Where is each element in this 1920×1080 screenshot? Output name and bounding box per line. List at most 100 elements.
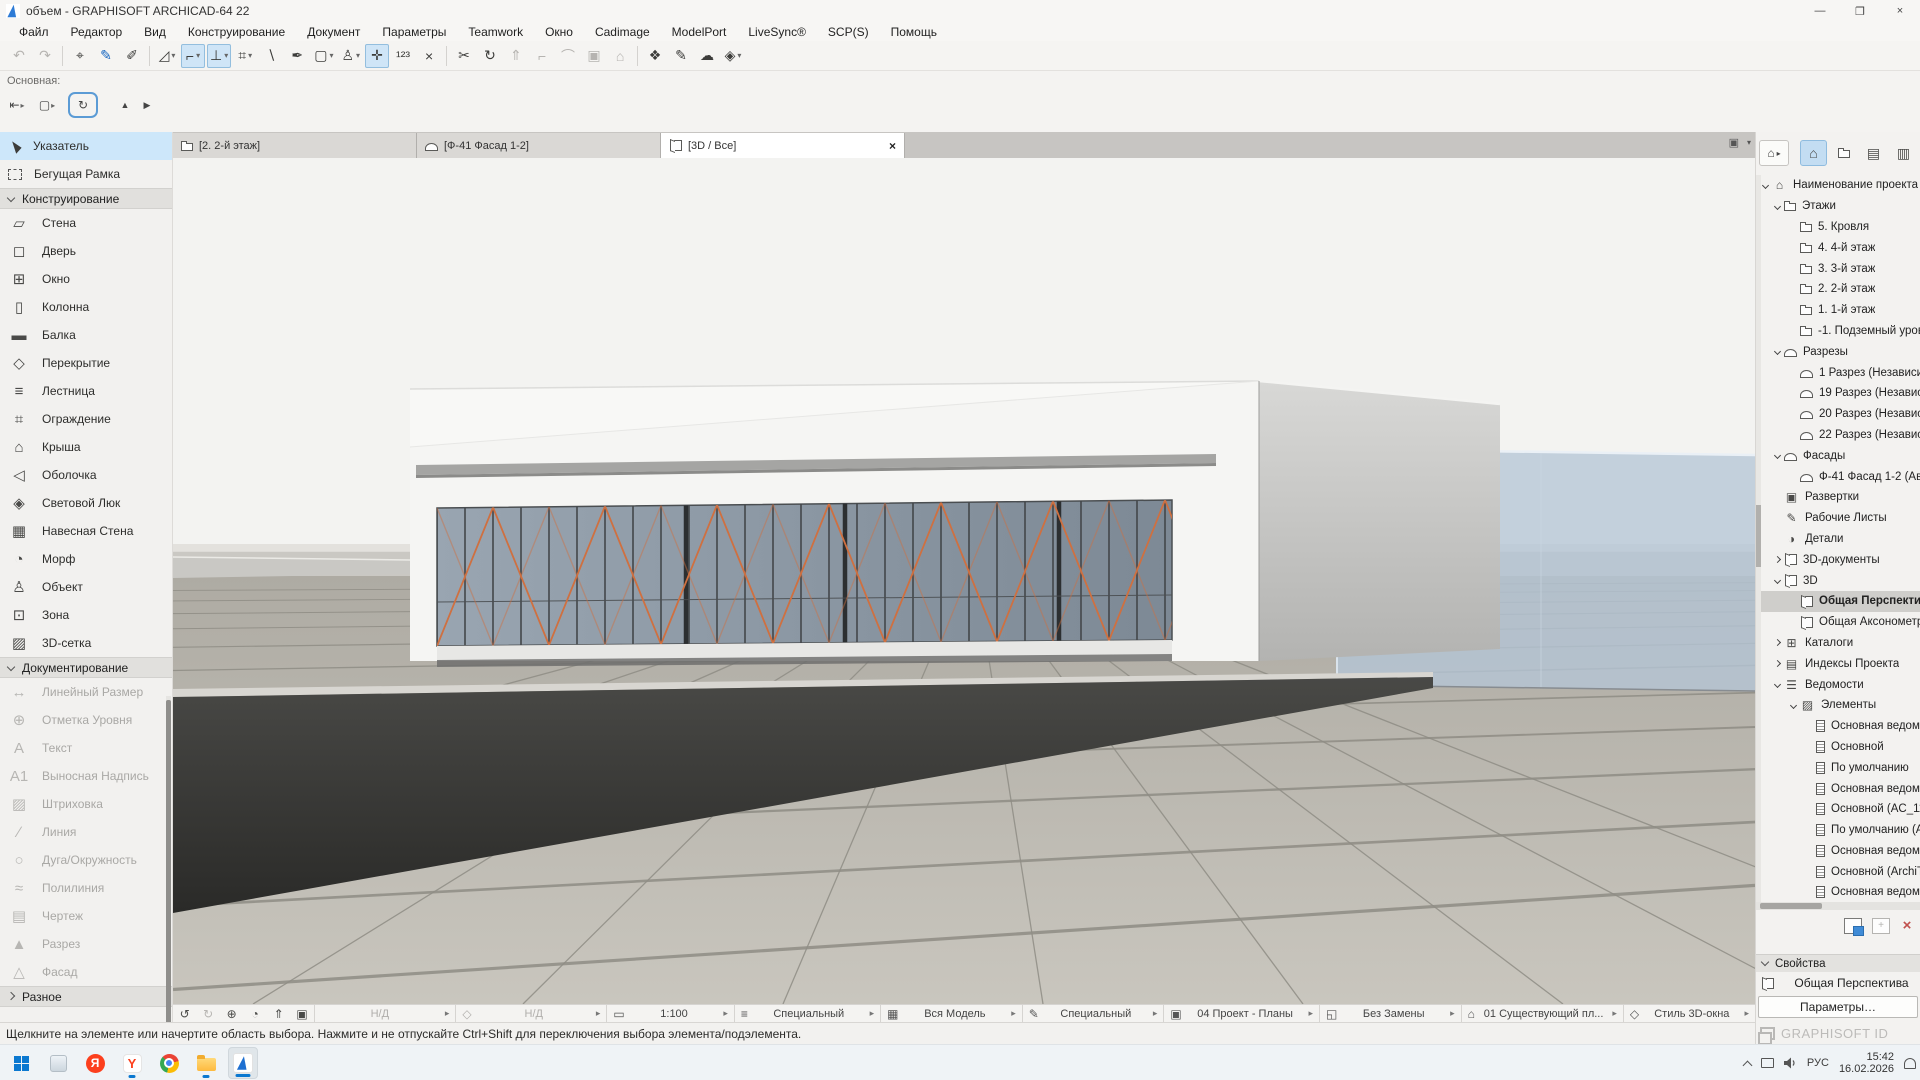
toolbox-item[interactable]: ◈Световой Люк	[0, 489, 172, 517]
pen-set-control[interactable]: ✎Специальный▸	[1022, 1005, 1164, 1022]
modify-icon[interactable]: ✎	[669, 44, 693, 68]
walk-mode-icon[interactable]: ♙▾	[338, 44, 363, 68]
taskbar-app-yandex-browser[interactable]: Я	[80, 1047, 110, 1079]
group-icon[interactable]: ❖	[643, 44, 667, 68]
close-button[interactable]: ×	[1880, 0, 1920, 22]
toolbox-item[interactable]: ⊞Окно	[0, 265, 172, 293]
tray-expand-icon[interactable]	[1744, 1058, 1751, 1069]
tree-item[interactable]: ⌂Наименование проекта	[1761, 175, 1920, 196]
taskbar-app-yandex-y[interactable]: Y	[117, 1047, 147, 1079]
navigator-tab-publisher[interactable]: ▥	[1890, 140, 1917, 166]
viewport-3d[interactable]	[173, 158, 1755, 1004]
style-3d-window-control[interactable]: ◇Стиль 3D-окна▸	[1623, 1005, 1755, 1022]
tab-2[interactable]: [Ф-41 Фасад 1-2]	[417, 133, 661, 158]
chevron-down-icon[interactable]	[1762, 182, 1769, 189]
tree-item[interactable]: 2. 2-й этаж	[1761, 279, 1920, 300]
tree-item[interactable]: 3D-документы	[1761, 549, 1920, 570]
tree-item[interactable]: ▤Индексы Проекта	[1761, 653, 1920, 674]
properties-header[interactable]: Свойства	[1756, 954, 1920, 972]
fill-style-icon[interactable]: ◈▾	[721, 44, 745, 68]
toolbox-item[interactable]: ▯Колонна	[0, 293, 172, 321]
navigator-tab-layout-book[interactable]: ▤	[1860, 140, 1887, 166]
tree-item[interactable]: Основная ведомо	[1761, 778, 1920, 799]
toolbox-item-marquee[interactable]: Бегущая Рамка	[0, 160, 172, 188]
tab-close-icon[interactable]: ×	[889, 139, 896, 153]
tree-item[interactable]: 19 Разрез (Независи	[1761, 383, 1920, 404]
view-undo-button[interactable]: ↺	[173, 1005, 196, 1022]
chevron-right-icon[interactable]	[1774, 556, 1781, 563]
tree-item[interactable]: Основной	[1761, 737, 1920, 758]
tab-3[interactable]: [3D / Все]×	[661, 133, 905, 158]
tree-item[interactable]: ☰Ведомости	[1761, 674, 1920, 695]
chevron-down-icon[interactable]	[1774, 348, 1781, 355]
toolbox-item[interactable]: ♙Объект	[0, 573, 172, 601]
toolbox-item[interactable]: ▨3D-сетка	[0, 629, 172, 657]
menu-item-2[interactable]: Редактор	[60, 24, 134, 40]
renovation-status-control[interactable]: ⌂01 Существующий пл...▸	[1461, 1005, 1623, 1022]
magic-wand-icon[interactable]: ✒	[285, 44, 309, 68]
toolbox-section-2[interactable]: Документирование	[0, 657, 172, 678]
toolbox-item[interactable]: ≡Лестница	[0, 377, 172, 405]
menu-item-5[interactable]: Документ	[296, 24, 371, 40]
tree-item[interactable]: 20 Разрез (Независи	[1761, 404, 1920, 425]
tree-item[interactable]: 4. 4-й этаж	[1761, 237, 1920, 258]
orbit-button[interactable]: ◔	[243, 1005, 266, 1022]
layer-combination-control[interactable]: ≡Специальный▸	[734, 1005, 880, 1022]
tree-item[interactable]: Ф-41 Фасад 1-2 (Авто	[1761, 466, 1920, 487]
move-gizmo-icon[interactable]: ✛	[365, 44, 389, 68]
network-icon[interactable]	[1761, 1058, 1774, 1068]
inject-parameters-icon[interactable]: ✐	[120, 44, 144, 68]
tree-item[interactable]: По умолчанию	[1761, 757, 1920, 778]
tree-item[interactable]: Основной (ArchiTe	[1761, 861, 1920, 882]
toolbox-scroll-up-button[interactable]: ▲	[114, 93, 136, 117]
cancel-icon[interactable]: ×	[417, 44, 441, 68]
scale-select-control[interactable]: ▭1:100▸	[606, 1005, 734, 1022]
renovation-filter-control[interactable]: ◱Без Замены▸	[1319, 1005, 1461, 1022]
delete-button[interactable]: ×	[1900, 918, 1914, 934]
toolbox-item[interactable]: ◁Оболочка	[0, 461, 172, 489]
taskbar-app-system-app[interactable]	[43, 1047, 73, 1079]
taskbar-app-explorer[interactable]	[191, 1047, 221, 1079]
tab-overflow-icon[interactable]: ▣	[1729, 136, 1739, 149]
add-view-button[interactable]: +	[1872, 918, 1890, 934]
chevron-right-icon[interactable]	[1774, 660, 1781, 667]
chevron-right-icon[interactable]	[1774, 639, 1781, 646]
explore-walk-button[interactable]: ⇑	[267, 1005, 290, 1022]
notification-bell-icon[interactable]	[1904, 1058, 1916, 1069]
snap-grid-icon[interactable]: ⌗▾	[233, 44, 257, 68]
clock[interactable]: 15:42 16.02.2026	[1839, 1051, 1894, 1075]
toolbox-item[interactable]: ◻Дверь	[0, 237, 172, 265]
chevron-down-icon[interactable]	[1774, 452, 1781, 459]
tree-item[interactable]: ✎Рабочие Листы	[1761, 508, 1920, 529]
menu-item-7[interactable]: Teamwork	[457, 24, 534, 40]
tree-item[interactable]: Фасады	[1761, 445, 1920, 466]
tree-item[interactable]: Основная ведом	[1761, 882, 1920, 902]
project-chooser-button[interactable]: ⌂▸	[1759, 140, 1789, 166]
tree-item[interactable]: Основная ведомо	[1761, 841, 1920, 862]
partial-structure-control[interactable]: ▦Вся Модель▸	[880, 1005, 1022, 1022]
chevron-down-icon[interactable]	[1774, 681, 1781, 688]
zoom-increase-button[interactable]: ⊕	[220, 1005, 243, 1022]
menu-item-3[interactable]: Вид	[133, 24, 177, 40]
gravity-icon[interactable]: ∖	[259, 44, 283, 68]
menu-item-12[interactable]: SCP(S)	[817, 24, 880, 40]
tree-item[interactable]: Этажи	[1761, 196, 1920, 217]
tree-item[interactable]: По умолчанию (АС	[1761, 820, 1920, 841]
tree-item[interactable]: Основная ведомо	[1761, 716, 1920, 737]
find-select-icon[interactable]: ⌖	[68, 44, 92, 68]
taskbar-app-start[interactable]	[6, 1047, 36, 1079]
language-indicator[interactable]: РУС	[1807, 1057, 1829, 1069]
rotate-icon[interactable]: ↻	[478, 44, 502, 68]
orientation-control[interactable]: ◇Н/Д▸	[455, 1005, 606, 1022]
guide-lines-icon[interactable]: ◿▾	[155, 44, 179, 68]
tree-item[interactable]: ⊞Каталоги	[1761, 633, 1920, 654]
cloud-sync-icon[interactable]: ☁	[695, 44, 719, 68]
graphic-overrides-control[interactable]: ▣04 Проект - Планы▸	[1163, 1005, 1319, 1022]
toolbox-item[interactable]: ◇Перекрытие	[0, 349, 172, 377]
pickup-parameters-icon[interactable]: ✎	[94, 44, 118, 68]
tree-item[interactable]: 3D	[1761, 570, 1920, 591]
toolbox-scrollbar[interactable]	[166, 696, 171, 1022]
taskbar-app-archicad[interactable]	[228, 1047, 258, 1079]
tree-item[interactable]: 1 Разрез (Независим	[1761, 362, 1920, 383]
tree-item[interactable]: 22 Разрез (Независи	[1761, 425, 1920, 446]
